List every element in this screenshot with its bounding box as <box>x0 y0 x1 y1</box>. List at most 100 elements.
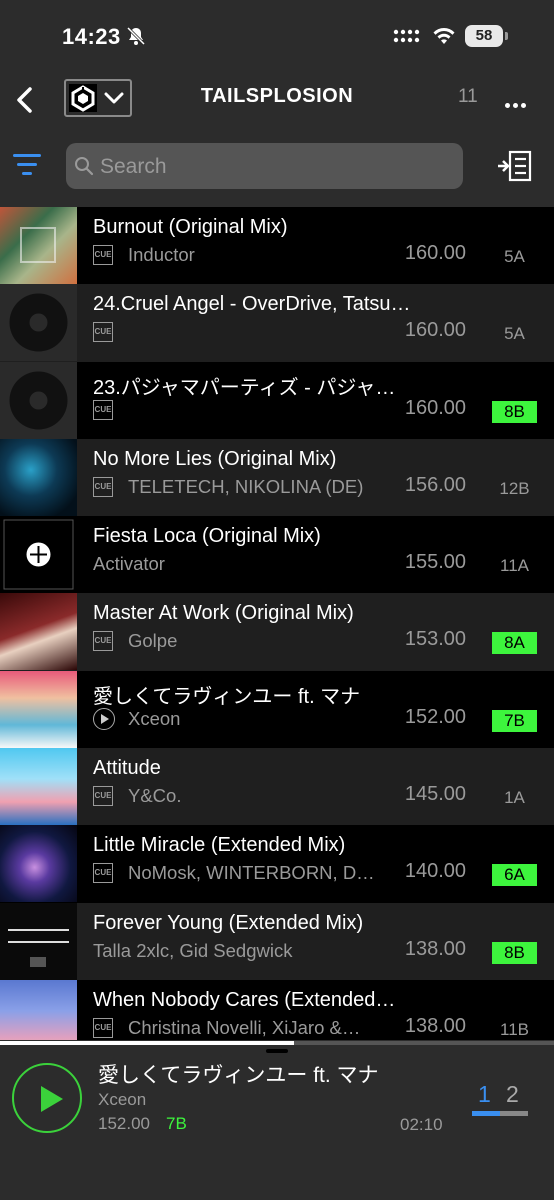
track-key: 11B <box>500 1019 529 1039</box>
player-drag-handle[interactable] <box>266 1049 288 1053</box>
album-art <box>0 902 77 980</box>
track-bpm: 152.00 <box>404 705 466 728</box>
nav-bar: TAILSPLOSION 11 <box>0 75 554 125</box>
track-row[interactable]: 24.Cruel Angel - OverDrive, Tatsu… CUE 1… <box>0 284 554 362</box>
chevron-down-icon <box>104 91 124 110</box>
track-row[interactable]: Forever Young (Extended Mix) Talla 2xlc,… <box>0 902 554 980</box>
track-artist: TELETECH, NIKOLINA (DE) <box>128 475 364 497</box>
rekordbox-logo-icon <box>69 84 97 112</box>
track-title: Little Miracle (Extended Mix) <box>93 834 346 857</box>
deck-indicator <box>472 1111 528 1116</box>
track-title: Forever Young (Extended Mix) <box>93 911 364 934</box>
now-playing-artist: Xceon <box>98 1090 147 1109</box>
track-row[interactable]: No More Lies (Original Mix) CUE TELETECH… <box>0 438 554 517</box>
track-artist: Y&Co. <box>128 785 182 807</box>
album-art <box>0 979 77 1040</box>
track-artist: NoMosk, WINTERBORN, D… <box>128 862 375 884</box>
track-row[interactable]: Master At Work (Original Mix) CUE Golpe … <box>0 593 554 671</box>
track-key: 8B <box>492 941 537 964</box>
album-art <box>0 593 77 671</box>
track-row[interactable]: 愛しくてラヴィンユー ft. マナ Xceon 152.00 7B <box>0 670 554 749</box>
track-title: Fiesta Loca (Original Mix) <box>93 525 321 548</box>
deck-indicator-active <box>472 1111 500 1116</box>
wifi-icon <box>432 26 456 51</box>
now-playing-title: 愛しくてラヴィンユー ft. マナ <box>98 1064 379 1087</box>
search-box[interactable] <box>66 143 463 191</box>
add-to-queue-icon[interactable] <box>496 150 532 187</box>
track-bpm: 160.00 <box>404 242 466 264</box>
track-artist: Talla 2xlc, Gid Sedgwick <box>93 939 293 961</box>
now-playing-key: 7B <box>166 1114 187 1133</box>
track-key: 8A <box>492 632 537 655</box>
mini-player: 愛しくてラヴィンユー ft. マナ Xceon 152.00 7B 02:10 … <box>0 1045 554 1200</box>
deck-2-button[interactable]: 2 <box>506 1081 519 1108</box>
track-title: 愛しくてラヴィンユー ft. マナ <box>93 685 361 708</box>
track-row[interactable]: 23.パジャマパーティズ - パジャ… CUE 160.00 8B <box>0 361 554 439</box>
album-art <box>0 516 77 594</box>
track-row[interactable]: Burnout (Original Mix) CUE Inductor 160.… <box>0 207 554 285</box>
search-input[interactable] <box>98 143 452 191</box>
battery-cap <box>505 32 508 40</box>
filter-sort-icon[interactable] <box>13 154 43 178</box>
track-row[interactable]: When Nobody Cares (Extended… CUE Christi… <box>0 979 554 1040</box>
track-bpm: 160.00 <box>404 319 466 342</box>
album-art <box>0 670 77 748</box>
cue-icon: CUE <box>93 245 113 265</box>
default-disc-art-icon <box>0 361 77 439</box>
track-bpm: 140.00 <box>404 860 466 883</box>
play-button[interactable] <box>12 1063 82 1133</box>
cue-icon: CUE <box>93 863 113 884</box>
track-row[interactable]: Attitude CUE Y&Co. 145.00 1A <box>0 748 554 826</box>
track-list: Burnout (Original Mix) CUE Inductor 160.… <box>0 207 554 1040</box>
cue-icon: CUE <box>93 399 113 420</box>
track-bpm: 156.00 <box>404 473 466 496</box>
cue-icon: CUE <box>93 322 113 343</box>
album-art <box>0 825 77 903</box>
track-title: Burnout (Original Mix) <box>93 216 288 238</box>
track-artist: Golpe <box>128 630 178 652</box>
source-selector-button[interactable] <box>64 79 132 117</box>
back-chevron-icon[interactable] <box>14 83 38 117</box>
track-count: 11 <box>458 86 478 107</box>
track-artist: Activator <box>93 553 165 575</box>
now-playing-bpm: 152.00 <box>98 1114 150 1133</box>
track-bpm: 153.00 <box>404 628 466 651</box>
cellular-signal-icon <box>393 27 421 50</box>
play-preview-icon[interactable] <box>93 707 115 730</box>
status-time: 14:23 <box>62 24 121 49</box>
track-title: When Nobody Cares (Extended… <box>93 988 396 1011</box>
playlist-title: TAILSPLOSION <box>200 85 354 107</box>
album-art <box>0 438 77 516</box>
track-key: 6A <box>492 864 537 887</box>
cue-icon: CUE <box>93 1017 113 1038</box>
bell-muted-icon <box>126 26 146 51</box>
track-artist: Xceon <box>128 707 181 729</box>
track-row[interactable]: Fiesta Loca (Original Mix) Activator 155… <box>0 516 554 594</box>
track-bpm: 138.00 <box>404 937 466 960</box>
track-bpm: 160.00 <box>404 396 466 419</box>
track-title: Master At Work (Original Mix) <box>93 602 354 625</box>
track-bpm: 155.00 <box>404 551 466 574</box>
track-title: Attitude <box>93 757 161 780</box>
now-playing-time: 02:10 <box>400 1115 443 1134</box>
track-key: 7B <box>492 709 537 732</box>
status-bar: 14:23 58 <box>0 0 554 75</box>
track-artist: Christina Novelli, XiJaro &… <box>128 1016 361 1038</box>
album-art <box>0 207 77 284</box>
cue-icon: CUE <box>93 631 113 652</box>
track-title: 24.Cruel Angel - OverDrive, Tatsu… <box>93 293 411 316</box>
track-key: 8B <box>492 400 537 423</box>
track-bpm: 145.00 <box>404 783 466 806</box>
cue-icon: CUE <box>93 476 113 497</box>
track-key: 5A <box>504 324 525 344</box>
default-disc-art-icon <box>0 284 77 362</box>
track-row[interactable]: Little Miracle (Extended Mix) CUE NoMosk… <box>0 825 554 903</box>
track-key: 11A <box>500 556 529 576</box>
more-options-icon[interactable] <box>505 95 529 113</box>
track-key: 1A <box>504 788 525 808</box>
track-title: No More Lies (Original Mix) <box>93 447 337 470</box>
cue-icon: CUE <box>93 786 113 807</box>
track-artist: Inductor <box>128 244 195 265</box>
deck-1-button[interactable]: 1 <box>478 1081 491 1108</box>
search-icon <box>74 156 94 181</box>
